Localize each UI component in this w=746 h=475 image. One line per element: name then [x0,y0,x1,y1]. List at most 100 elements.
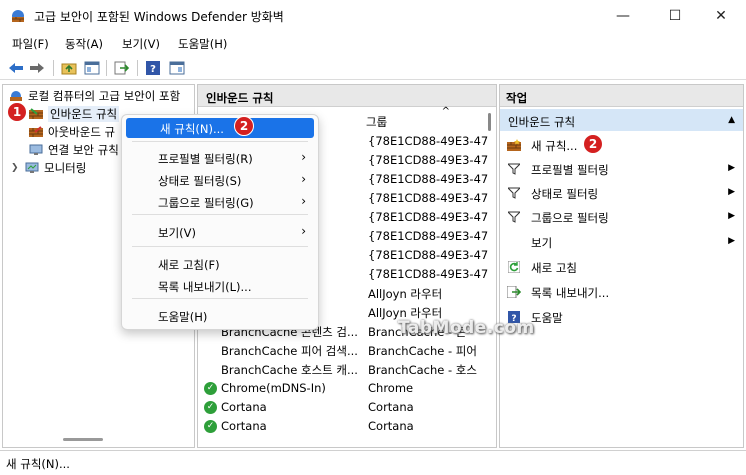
enabled-check-icon: ✓ [204,400,217,414]
forward-button[interactable] [28,59,46,77]
vertical-scrollbar[interactable] [486,109,494,445]
scrollbar-thumb[interactable] [488,113,491,131]
close-button[interactable]: ✕ [698,0,744,32]
action-item[interactable]: 새 규칙... [500,133,743,157]
rule-name-text: Cortana [221,400,267,414]
submenu-arrow-icon: ▶ [728,187,735,197]
submenu-chevron-icon: › [301,194,306,208]
context-menu: 새 규칙(N)... 프로필별 필터링(R) › 상태로 필터링(S) › 그룹으로 필터… [121,114,319,330]
section-label: 인바운드 규칙 [508,115,576,129]
context-menu-item[interactable]: 보기(V) › [126,222,314,242]
back-button[interactable] [7,59,25,77]
action-item[interactable]: 상태로 필터링 ▶ [500,181,743,205]
context-menu-item[interactable]: 상태로 필터링(S) › [126,170,314,190]
step-badge: 2 [234,116,254,136]
context-menu-label: 프로필별 필터링(R) [158,152,253,166]
table-row[interactable]: BranchCache 호스트 캐... BranchCache - 호스 [198,359,488,378]
connection-security-icon [29,144,43,155]
tree-item-outbound-rules[interactable]: 아웃바운드 규 [29,123,115,141]
table-row[interactable]: ✓ Chrome(mDNS-In) Chrome [198,378,488,397]
tree-item-label: 연결 보안 규칙 [48,143,119,157]
rule-group-cell: {78E1CD88-49E3-47 [368,229,489,243]
context-menu-label: 보기(V) [158,226,196,240]
watermark: TabMode.com [398,318,535,338]
context-menu-label: 새 규칙(N)... [160,122,224,136]
help-button[interactable]: ? [144,59,162,77]
action-item[interactable]: 새로 고침 [500,255,743,279]
filter-icon [507,210,521,224]
step-badge: 1 [7,102,27,122]
tree-item-monitoring[interactable]: ❯ 모니터링 [11,159,86,177]
show-console-tree-button[interactable] [83,59,101,77]
menu-file[interactable]: 파일(F) [12,36,49,52]
maximize-button[interactable]: ☐ [652,0,698,32]
actions-section-inbound-rules[interactable]: 인바운드 규칙 ▲ [500,109,743,131]
action-label: 프로필별 필터링 [531,163,609,177]
tree-item-label: 인바운드 규칙 [48,106,120,122]
export-list-button[interactable] [113,59,131,77]
column-header-group[interactable]: 그룹 ^ [366,106,478,129]
toolbar: ? [0,56,746,80]
table-row[interactable]: ✓ Cortana Cortana [198,416,488,435]
action-item[interactable]: 목록 내보내기... [500,280,743,304]
action-label: 도움말 [531,311,563,325]
menu-separator [132,214,308,215]
context-menu-item[interactable]: 그룹으로 필터링(G) › [126,192,314,212]
rule-group-cell: {78E1CD88-49E3-47 [368,248,489,262]
context-menu-item[interactable]: 도움말(H) [126,306,314,326]
rule-name-cell: BranchCache 피어 검색... [221,343,358,359]
context-menu-item[interactable]: 새 규칙(N)... [126,118,314,138]
action-item[interactable]: 보기 ▶ [500,230,743,254]
tree-item-connection-security-rules[interactable]: 연결 보안 규칙 [29,141,119,159]
action-item[interactable]: 그룹으로 필터링 ▶ [500,205,743,229]
context-menu-label: 그룹으로 필터링(G) [158,196,254,210]
toolbar-separator [106,60,107,76]
actions-pane: 작업 인바운드 규칙 ▲ 새 규칙... 프로필별 필터링 ▶ 상태로 필터링 ▶ 그룹으… [499,84,744,448]
sort-ascending-icon: ^ [441,106,450,117]
context-menu-label: 새로 고침(F) [158,258,220,272]
action-item[interactable]: ? 도움말 [500,305,743,329]
menu-help[interactable]: 도움말(H) [178,36,227,52]
menu-separator [132,298,308,299]
context-menu-item[interactable]: 프로필별 필터링(R) › [126,148,314,168]
context-menu-item[interactable]: 새로 고침(F) [126,254,314,274]
tree-root[interactable]: 로컬 컴퓨터의 고급 보안이 포함 [9,87,180,105]
context-menu-label: 도움말(H) [158,310,208,324]
context-menu-item[interactable]: 목록 내보내기(L)... [126,276,314,296]
rule-name-text: Cortana [221,419,267,433]
menu-view[interactable]: 보기(V) [122,36,160,52]
rule-name-text: BranchCache 피어 검색... [221,344,358,358]
rule-group-cell: {78E1CD88-49E3-47 [368,153,489,167]
firewall-computer-icon [10,91,22,101]
refresh-icon [507,260,521,274]
collapse-triangle-icon[interactable]: ▲ [728,115,735,125]
expand-chevron-icon[interactable]: ❯ [11,163,25,173]
up-one-level-button[interactable] [60,59,78,77]
filter-icon [507,162,521,176]
action-label: 보기 [531,236,553,250]
export-icon [507,285,521,299]
rule-group-cell: Chrome [368,381,414,395]
menu-separator [132,141,308,142]
submenu-arrow-icon: ▶ [728,211,735,221]
tree-item-inbound-rules[interactable]: 인바운드 규칙 [29,105,120,123]
rule-group-cell: Cortana [368,419,414,433]
horizontal-scrollbar[interactable] [63,438,103,441]
export-list-icon [114,61,130,75]
action-label: 상태로 필터링 [531,187,599,201]
column-header-label: 그룹 [366,115,388,129]
rule-name-text: BranchCache 호스트 캐... [221,363,358,377]
maximize-icon: ☐ [668,8,682,24]
rule-group-cell: BranchCache - 피어 [368,344,477,358]
table-row[interactable]: BranchCache 피어 검색... BranchCache - 피어 [198,340,488,359]
rule-group-cell: {78E1CD88-49E3-47 [368,191,489,205]
console-tree-icon [84,61,100,75]
title-bar: 고급 보안이 포함된 Windows Defender 방화벽 — ☐ ✕ [0,0,746,32]
table-row[interactable]: ✓ Cortana Cortana [198,397,488,416]
rule-group-cell: {78E1CD88-49E3-47 [368,267,489,281]
minimize-button[interactable]: — [600,0,646,32]
show-hide-action-pane-button[interactable] [168,59,186,77]
action-item[interactable]: 프로필별 필터링 ▶ [500,157,743,181]
rule-group-cell: Cortana [368,400,414,414]
menu-action[interactable]: 동작(A) [65,36,103,52]
